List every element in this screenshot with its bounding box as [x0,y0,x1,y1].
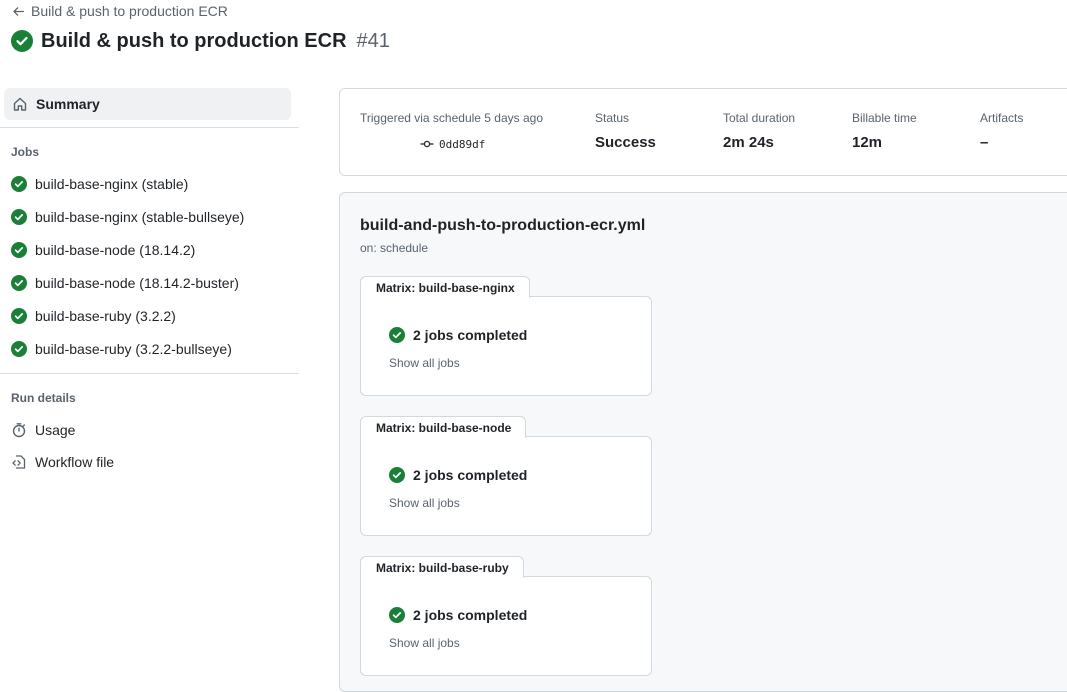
artifacts-label: Artifacts [980,111,1024,125]
matrix-group: Matrix: build-base-ruby 2 jobs completed… [360,556,652,676]
check-circle-icon [11,209,27,225]
duration-stat: Total duration 2m 24s [723,111,795,151]
sidebar-job-item[interactable]: build-base-node (18.14.2) [11,238,296,262]
trigger-stat: Triggered via schedule 5 days ago 0dd89d… [360,111,543,151]
sidebar-item-summary[interactable]: Summary [4,88,291,120]
run-details-heading: Run details [11,391,76,405]
duration-label: Total duration [723,111,796,125]
job-label: build-base-ruby (3.2.2) [35,308,176,324]
billable-label: Billable time [852,111,917,125]
workflow-title: Build & push to production ECR [41,30,347,52]
commit-sha: 0dd89df [439,137,486,151]
run-number: #41 [356,30,390,52]
show-all-jobs-link[interactable]: Show all jobs [389,356,460,370]
back-link-label: Build & push to production ECR [31,3,228,19]
billable-value[interactable]: 12m [852,134,917,151]
matrix-card[interactable]: 2 jobs completed Show all jobs [360,436,652,536]
sidebar-job-item[interactable]: build-base-ruby (3.2.2-bullseye) [11,337,296,361]
matrix-card[interactable]: 2 jobs completed Show all jobs [360,296,652,396]
arrow-left-icon [13,6,25,16]
matrix-title: Matrix: build-base-nginx [360,276,530,298]
matrix-status: 2 jobs completed [389,607,527,623]
sidebar-job-item[interactable]: build-base-node (18.14.2-buster) [11,271,296,295]
check-circle-icon [389,467,405,483]
matrix-status-text: 2 jobs completed [413,327,528,343]
matrix-status: 2 jobs completed [389,327,527,343]
git-commit-icon [420,140,434,148]
sidebar-job-item[interactable]: build-base-nginx (stable-bullseye) [11,205,296,229]
matrix-status: 2 jobs completed [389,467,527,483]
page-title: Build & push to production ECR #41 [11,28,390,54]
job-label: build-base-node (18.14.2) [35,242,196,258]
check-circle-icon [11,176,27,192]
workflow-file-name: build-and-push-to-production-ecr.yml [360,217,646,234]
check-circle-icon [11,242,27,258]
artifacts-stat: Artifacts – [980,111,1023,151]
matrix-title: Matrix: build-base-ruby [360,556,524,578]
run-summary-card: Triggered via schedule 5 days ago 0dd89d… [339,88,1067,176]
divider [0,373,299,374]
matrix-group: Matrix: build-base-node 2 jobs completed… [360,416,652,536]
check-circle-icon [389,607,405,623]
check-circle-icon [11,308,27,324]
trigger-text: Triggered via schedule 5 days ago [360,111,543,125]
show-all-jobs-link[interactable]: Show all jobs [389,636,460,650]
job-label: build-base-ruby (3.2.2-bullseye) [35,341,232,357]
matrix-status-text: 2 jobs completed [413,467,528,483]
divider [0,127,299,128]
workflow-file-icon [12,455,26,469]
sidebar-summary-label: Summary [36,96,100,112]
commit-link[interactable]: 0dd89df [420,137,543,151]
show-all-jobs-link[interactable]: Show all jobs [389,496,460,510]
sidebar-job-item[interactable]: build-base-nginx (stable) [11,172,296,196]
artifacts-value: – [980,134,989,151]
workflow-trigger: on: schedule [360,241,429,255]
billable-stat: Billable time 12m [852,111,917,151]
job-label: build-base-nginx (stable-bullseye) [35,209,245,225]
check-circle-icon [11,275,27,291]
matrix-status-text: 2 jobs completed [413,607,528,623]
job-label: build-base-nginx (stable) [35,176,189,192]
status-stat: Status Success [595,111,656,151]
usage-label: Usage [35,422,76,438]
stopwatch-icon [12,423,26,438]
status-label: Status [595,111,630,125]
sidebar-item-workflow-file[interactable]: Workflow file [11,450,114,474]
home-icon [13,97,27,111]
check-circle-icon [11,30,33,52]
status-value: Success [595,134,656,151]
jobs-heading: Jobs [11,145,40,159]
matrix-card[interactable]: 2 jobs completed Show all jobs [360,576,652,676]
sidebar-job-item[interactable]: build-base-ruby (3.2.2) [11,304,296,328]
matrix-group: Matrix: build-base-nginx 2 jobs complete… [360,276,652,396]
back-link[interactable]: Build & push to production ECR [12,3,228,19]
matrix-title: Matrix: build-base-node [360,416,527,438]
check-circle-icon [11,341,27,357]
check-circle-icon [389,327,405,343]
workflow-graph: build-and-push-to-production-ecr.yml on:… [339,192,1067,692]
sidebar-item-usage[interactable]: Usage [11,418,75,442]
duration-value[interactable]: 2m 24s [723,134,795,151]
workflow-file-label: Workflow file [35,454,115,470]
job-label: build-base-node (18.14.2-buster) [35,275,239,291]
